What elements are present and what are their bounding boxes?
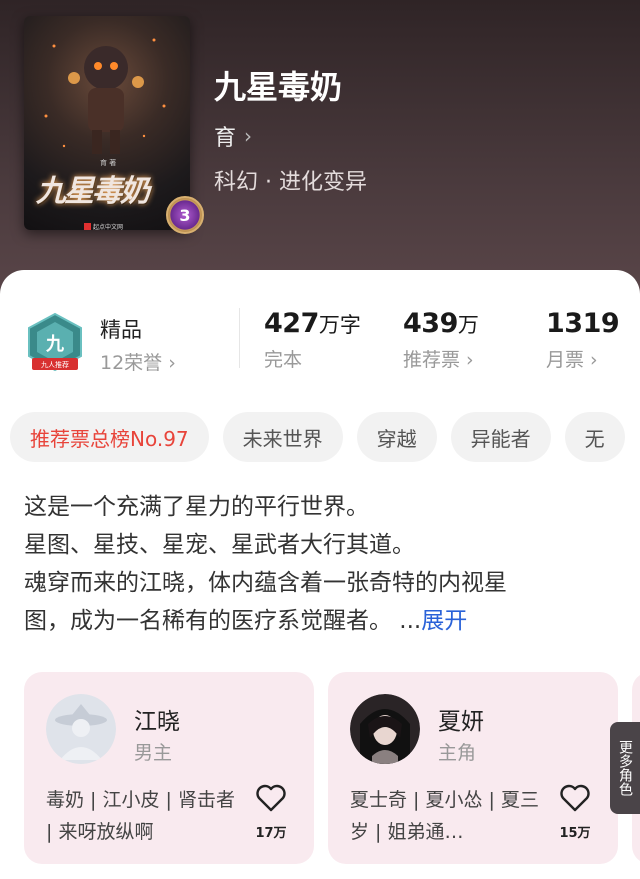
character-card[interactable]: 江晓 男主 毒奶 | 江小皮 | 肾击者 | 来呀放纵啊 17万: [24, 672, 314, 864]
description-line: 这是一个充满了星力的平行世界。: [24, 494, 369, 520]
recommend-votes: 439: [403, 308, 458, 339]
character-name: 夏妍: [438, 709, 484, 735]
heart-icon[interactable]: [560, 784, 590, 812]
character-tags: 毒奶 | 江小皮 | 肾击者 | 来呀放纵啊: [46, 789, 235, 843]
book-title: 九星毒奶: [214, 68, 343, 106]
expand-description-link[interactable]: 展开: [421, 608, 467, 634]
cover-publisher-label: 起点中文网: [93, 224, 124, 230]
description-line: 图，成为一名稀有的医疗系觉醒者。 ...: [24, 608, 422, 634]
character-portrait-icon: [350, 694, 420, 764]
character-tags: 夏士奇 | 夏小怂 | 夏三岁 | 姐弟通…: [350, 789, 539, 843]
cover-title: 九星毒奶: [36, 174, 150, 209]
book-cover[interactable]: 育 著 九星毒奶 起点中文网: [24, 16, 190, 230]
book-genre: 科幻 · 进化变异: [214, 170, 367, 195]
recommend-votes-unit: 万: [457, 313, 479, 337]
completion-status: 完本: [264, 349, 303, 371]
recommend-votes-label: 推荐票: [403, 349, 461, 371]
character-name: 江晓: [134, 709, 180, 735]
tag-item[interactable]: 无: [564, 412, 625, 462]
chevron-right-icon: ›: [460, 349, 474, 371]
honor-count: 12荣誉: [100, 352, 163, 374]
default-avatar-icon: [46, 694, 116, 764]
tag-item[interactable]: 穿越: [356, 412, 437, 462]
honor-level: 精品: [100, 318, 142, 342]
honor-badge-icon[interactable]: 九 九人推荐: [24, 312, 86, 374]
description-line: 魂穿而来的江晓，体内蕴含着一张奇特的内视星: [24, 570, 507, 596]
tag-list: 推荐票总榜No.97 未来世界 穿越 异能者 无: [10, 412, 640, 462]
author-link[interactable]: 育 ›: [214, 120, 252, 152]
publisher-logo-icon: [84, 223, 91, 230]
tag-item[interactable]: 未来世界: [222, 412, 343, 462]
svg-text:九: 九: [45, 334, 64, 355]
chevron-right-icon: ›: [244, 124, 253, 148]
description-line: 星图、星技、星宠、星武者大行其道。: [24, 532, 415, 558]
character-list: 江晓 男主 毒奶 | 江小皮 | 肾击者 | 来呀放纵啊 17万 夏妍 主角 夏…: [24, 672, 640, 872]
monthly-votes-stat[interactable]: 1319 月票 ›: [546, 308, 620, 372]
like-count: 15万: [559, 826, 591, 841]
tag-ranking[interactable]: 推荐票总榜No.97: [10, 412, 209, 462]
monthly-votes: 1319: [546, 308, 620, 339]
tag-item[interactable]: 异能者: [450, 412, 551, 462]
author-name: 育: [214, 126, 237, 151]
book-detail-card: 九 九人推荐 精品 12荣誉 › 427万字 完本 439万 推荐票 › 131…: [0, 270, 640, 879]
monthly-votes-label: 月票: [546, 349, 585, 371]
character-card[interactable]: 夏妍 主角 夏士奇 | 夏小怂 | 夏三岁 | 姐弟通… 15万: [328, 672, 618, 864]
book-level-badge: 3: [166, 196, 204, 234]
character-role: 主角: [438, 742, 477, 764]
cover-publisher: 起点中文网: [84, 222, 123, 230]
honor-badge-text: 九人推荐: [41, 360, 69, 369]
stats-divider: [239, 308, 240, 368]
chevron-right-icon: ›: [168, 352, 176, 374]
like-count: 17万: [255, 826, 287, 841]
word-count-stat: 427万字 完本: [264, 308, 361, 372]
more-characters-button[interactable]: 更多角色: [610, 722, 640, 814]
word-count: 427: [264, 308, 319, 339]
stats-row: 九 九人推荐 精品 12荣誉 › 427万字 完本 439万 推荐票 › 131…: [0, 300, 640, 380]
honor-count-link[interactable]: 12荣誉 ›: [100, 348, 176, 375]
word-count-unit: 万字: [318, 313, 361, 337]
character-role: 男主: [134, 742, 173, 764]
chevron-right-icon: ›: [584, 349, 598, 371]
book-description[interactable]: 这是一个充满了星力的平行世界。 星图、星技、星宠、星武者大行其道。 魂穿而来的江…: [24, 488, 620, 640]
heart-icon[interactable]: [256, 784, 286, 812]
recommend-votes-stat[interactable]: 439万 推荐票 ›: [403, 308, 479, 372]
